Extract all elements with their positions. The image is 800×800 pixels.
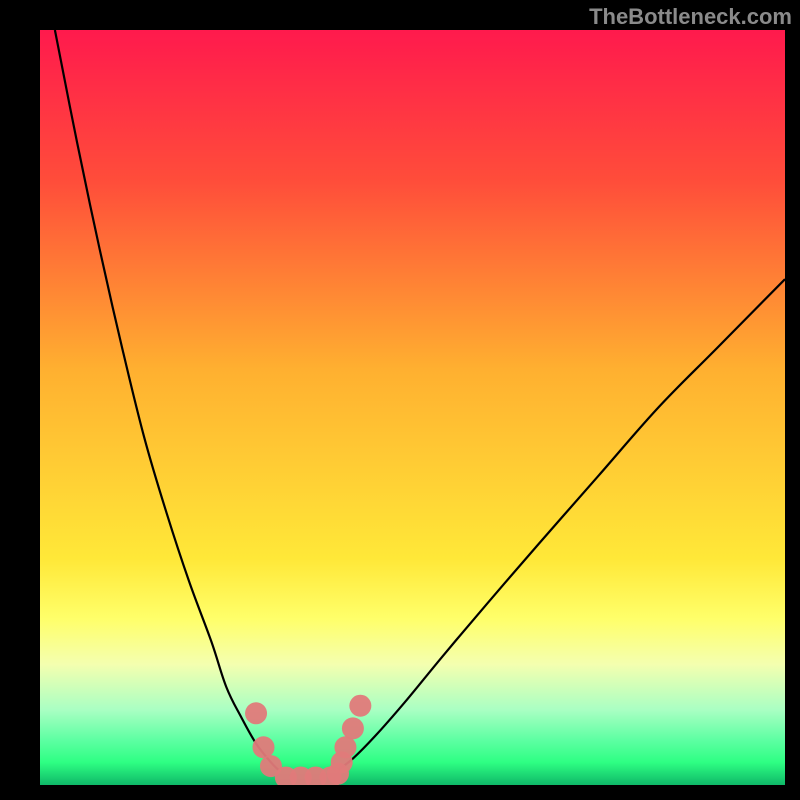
marker-dot [349, 695, 371, 717]
plot-area [40, 30, 785, 785]
chart-frame: TheBottleneck.com [0, 0, 800, 800]
watermark-text: TheBottleneck.com [589, 4, 792, 30]
gradient-background [40, 30, 785, 785]
marker-dot [342, 717, 364, 739]
marker-dot [253, 736, 275, 758]
marker-dot [245, 702, 267, 724]
chart-svg [40, 30, 785, 785]
marker-dot [334, 736, 356, 758]
